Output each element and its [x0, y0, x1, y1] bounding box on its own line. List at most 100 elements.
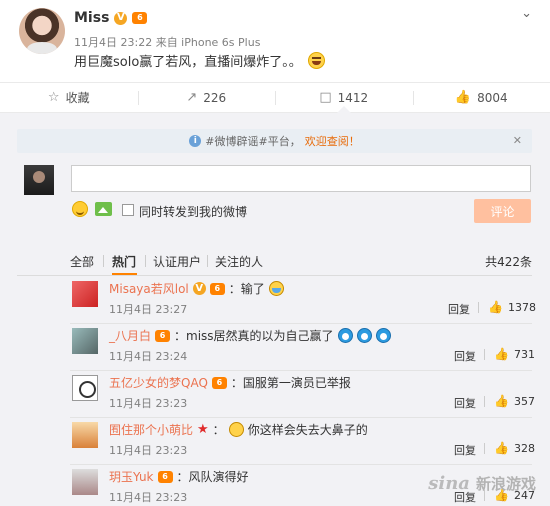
reply-button[interactable]: 回复	[454, 348, 476, 364]
comment-icon: □	[319, 90, 332, 105]
sina-logo: sina	[428, 473, 470, 494]
thumbs-up-icon: 👍	[494, 441, 509, 455]
comment-filter-bar: 全部 热门 认证用户 关注的人 共422条	[0, 243, 550, 277]
comment-like-count: 731	[513, 347, 535, 361]
reply-button[interactable]: 回复	[448, 301, 470, 317]
reply-button[interactable]: 回复	[454, 395, 476, 411]
emoji-picker-icon[interactable]	[72, 201, 88, 217]
comment-like-button[interactable]: 👍 328	[494, 441, 535, 455]
author-avatar[interactable]	[19, 8, 65, 54]
comment-like-count: 328	[513, 441, 535, 455]
filter-divider	[145, 255, 146, 267]
comment-like-button[interactable]: 👍 1378	[488, 300, 536, 314]
thumbs-up-icon: 👍	[494, 394, 509, 408]
filter-divider	[103, 255, 104, 267]
comment-time: 11月4日 23:23	[109, 397, 188, 410]
active-tab-caret	[336, 106, 351, 113]
commenter-avatar[interactable]	[72, 375, 98, 401]
reply-divider	[484, 443, 485, 454]
comment-item: Misaya若风lol V 6 ：输了 11月4日 23:27 回复 👍 137…	[0, 277, 550, 324]
comment-time: 11月4日 23:23	[109, 444, 188, 457]
image-upload-icon[interactable]	[95, 202, 112, 216]
post-text: 用巨魔solo赢了若风，直播间爆炸了。。	[74, 51, 325, 70]
comment-like-count: 357	[513, 394, 535, 408]
comment-item: _八月白 6 ：miss居然真的以为自己赢了 11月4日 23:24 回复 👍 …	[0, 324, 550, 371]
vip-level-badge-icon: 6	[211, 376, 227, 389]
reply-divider	[484, 396, 485, 407]
comment-time: 11月4日 23:27	[109, 303, 188, 316]
comment-line: 囿住那个小萌比 ★ ： 你这样会失去大鼻子的	[109, 421, 368, 438]
favorite-button[interactable]: ☆ 收藏	[0, 83, 138, 112]
repost-icon: ↗	[186, 90, 198, 105]
comment-line: 玥玉Yuk 6 ：风队演得好	[109, 468, 249, 485]
close-icon[interactable]: ✕	[513, 134, 522, 147]
commenter-avatar[interactable]	[72, 422, 98, 448]
vip-level-badge-icon: 6	[155, 329, 171, 342]
comment-total: 共422条	[485, 255, 532, 269]
comment-line: _八月白 6 ：miss居然真的以为自己赢了	[109, 327, 391, 344]
weibo-post: Miss V 6 11月4日 23:22 来自 iPhone 6s Plus 用…	[0, 0, 550, 82]
comment-section: i #微博辟谣#平台， 欢迎查阅！ ✕ 同时转发到我的微博 评论 全部 热门 认…	[0, 113, 550, 506]
repost-checkbox[interactable]	[122, 204, 134, 216]
notice-link[interactable]: 欢迎查阅！	[305, 133, 360, 149]
doraemon-emoji-icon	[356, 328, 372, 343]
thumbs-up-icon: 👍	[488, 300, 503, 314]
favorite-label: 收藏	[65, 91, 90, 105]
filter-divider-line	[17, 275, 532, 276]
notice-text[interactable]: #微博辟谣#平台，	[205, 133, 300, 149]
chevron-down-icon[interactable]: ⌄	[521, 6, 532, 21]
post-text-content: 用巨魔solo赢了若风，直播间爆炸了。。	[74, 55, 302, 70]
reply-button[interactable]: 回复	[454, 442, 476, 458]
comment-text: ：国服第一演员已举报	[230, 376, 351, 390]
comment-item: 囿住那个小萌比 ★ ： 你这样会失去大鼻子的 11月4日 23:23 回复 👍 …	[0, 418, 550, 465]
star-badge-icon: ★	[197, 422, 209, 437]
thumbs-up-icon: 👍	[494, 347, 509, 361]
vip-level-badge-icon: 6	[132, 12, 148, 24]
author-row: Miss V 6	[74, 8, 148, 28]
commenter-name[interactable]: 五亿少女的梦QAQ	[109, 374, 208, 391]
reply-divider	[484, 349, 485, 360]
comment-like-button[interactable]: 👍 357	[494, 394, 535, 408]
laugh-emoji-icon	[307, 52, 325, 69]
sina-games-watermark: sina 新浪游戏	[428, 473, 536, 494]
comment-time: 11月4日 23:24	[109, 350, 188, 363]
comment-button[interactable]: □ 1412	[275, 83, 413, 113]
commenter-name[interactable]: Misaya若风lol	[109, 280, 189, 297]
commenter-avatar[interactable]	[72, 281, 98, 307]
filter-hot[interactable]: 热门	[112, 253, 136, 270]
comment-line: 五亿少女的梦QAQ 6 ：国服第一演员已举报	[109, 374, 351, 391]
commenter-avatar[interactable]	[72, 328, 98, 354]
like-button[interactable]: 👍 8004	[412, 83, 550, 112]
comment-input[interactable]	[71, 165, 531, 192]
reply-divider	[478, 302, 479, 313]
comment-like-button[interactable]: 👍 731	[494, 347, 535, 361]
comment-time: 11月4日 23:23	[109, 491, 188, 504]
comment-text: 你这样会失去大鼻子的	[247, 423, 368, 437]
filter-divider	[207, 255, 208, 267]
commenter-name[interactable]: 玥玉Yuk	[109, 468, 154, 485]
comment-text: ：miss居然真的以为自己赢了	[174, 329, 334, 343]
commenter-name[interactable]: _八月白	[109, 327, 151, 344]
repost-button[interactable]: ↗ 226	[137, 83, 276, 112]
doraemon-emoji-icon	[375, 328, 391, 343]
verified-badge-icon: V	[192, 282, 206, 295]
comment-line: Misaya若风lol V 6 ：输了	[109, 280, 284, 297]
comment-like-count: 1378	[507, 300, 536, 314]
current-user-avatar	[24, 165, 54, 195]
comment-item: 五亿少女的梦QAQ 6 ：国服第一演员已举报 11月4日 23:23 回复 👍 …	[0, 371, 550, 418]
filter-following[interactable]: 关注的人	[215, 253, 263, 270]
comment-prefix: ：	[212, 423, 225, 437]
watermark-text: 新浪游戏	[475, 475, 536, 493]
vip-level-badge-icon: 6	[209, 282, 225, 295]
repost-checkbox-label[interactable]: 同时转发到我的微博	[139, 203, 247, 220]
author-name[interactable]: Miss	[74, 10, 109, 26]
verified-badge-icon: V	[114, 11, 128, 25]
submit-comment-button[interactable]: 评论	[474, 199, 531, 223]
commenter-avatar[interactable]	[72, 469, 98, 495]
rumor-notice-banner: i #微博辟谣#平台， 欢迎查阅！ ✕	[17, 129, 532, 153]
crying-emoji-icon	[268, 281, 284, 296]
commenter-name[interactable]: 囿住那个小萌比	[109, 421, 193, 438]
filter-verified[interactable]: 认证用户	[153, 253, 201, 270]
thumbs-up-icon: 👍	[454, 90, 472, 105]
filter-all[interactable]: 全部	[70, 253, 94, 270]
